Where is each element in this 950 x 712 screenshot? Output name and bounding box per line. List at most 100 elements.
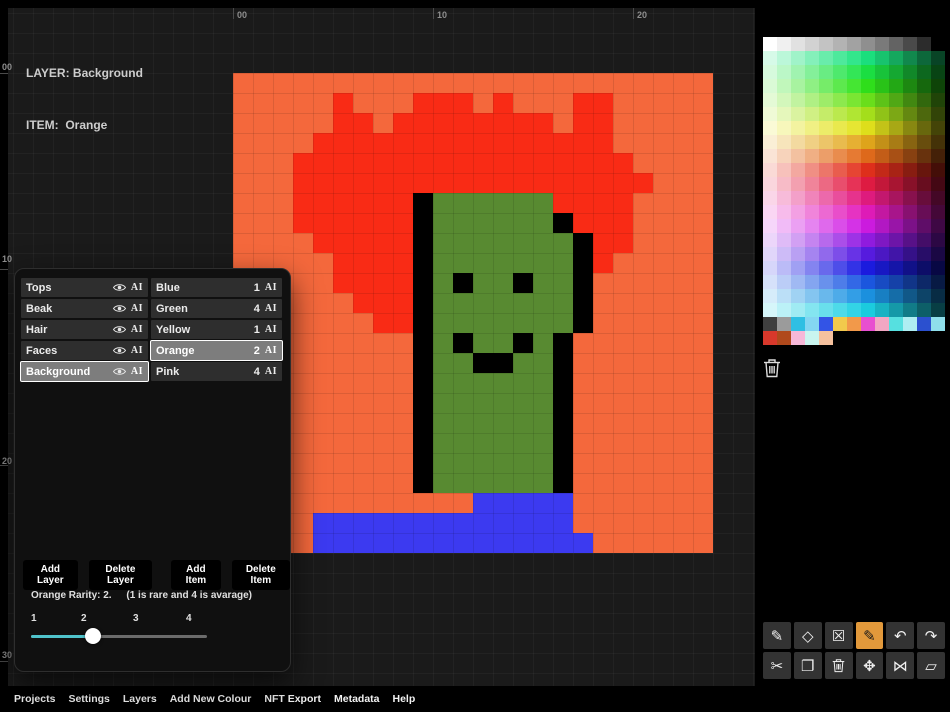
color-swatch[interactable]: [847, 135, 861, 149]
palette-trash-icon[interactable]: [763, 358, 785, 383]
flip-horizontal-tool[interactable]: ⋈: [886, 652, 915, 679]
color-swatch[interactable]: [763, 149, 777, 163]
color-swatch[interactable]: [805, 261, 819, 275]
pixel-cell[interactable]: [653, 193, 673, 213]
pixel-cell[interactable]: [253, 73, 273, 93]
pixel-cell[interactable]: [473, 113, 493, 133]
pixel-cell[interactable]: [473, 153, 493, 173]
pixel-cell[interactable]: [493, 453, 513, 473]
pixel-cell[interactable]: [693, 93, 713, 113]
color-swatch[interactable]: [763, 121, 777, 135]
pixel-cell[interactable]: [533, 153, 553, 173]
color-swatch[interactable]: [917, 219, 931, 233]
pixel-cell[interactable]: [313, 493, 333, 513]
color-swatch[interactable]: [791, 331, 805, 345]
pixel-cell[interactable]: [293, 73, 313, 93]
pixel-cell[interactable]: [353, 373, 373, 393]
pixel-cell[interactable]: [393, 473, 413, 493]
pixel-cell[interactable]: [593, 473, 613, 493]
pixel-cell[interactable]: [313, 293, 333, 313]
pixel-cell[interactable]: [513, 193, 533, 213]
color-swatch[interactable]: [917, 107, 931, 121]
color-swatch[interactable]: [861, 93, 875, 107]
pixel-cell[interactable]: [253, 233, 273, 253]
color-swatch[interactable]: [889, 275, 903, 289]
item-row-pink[interactable]: Pink 4 AI: [151, 362, 282, 381]
pixel-cell[interactable]: [333, 193, 353, 213]
pixel-cell[interactable]: [673, 113, 693, 133]
pixel-cell[interactable]: [573, 293, 593, 313]
color-swatch[interactable]: [791, 121, 805, 135]
pixel-cell[interactable]: [693, 113, 713, 133]
shear-tool[interactable]: ▱: [917, 652, 945, 679]
pixel-cell[interactable]: [313, 353, 333, 373]
pixel-cell[interactable]: [493, 253, 513, 273]
pixel-cell[interactable]: [633, 213, 653, 233]
color-swatch[interactable]: [861, 303, 875, 317]
pixel-cell[interactable]: [573, 413, 593, 433]
pixel-cell[interactable]: [433, 213, 453, 233]
pixel-cell[interactable]: [233, 113, 253, 133]
pixel-cell[interactable]: [533, 93, 553, 113]
pixel-cell[interactable]: [633, 533, 653, 553]
color-swatch[interactable]: [777, 121, 791, 135]
pixel-cell[interactable]: [633, 353, 653, 373]
menu-item-help[interactable]: Help: [393, 693, 416, 705]
color-swatch[interactable]: [847, 247, 861, 261]
pixel-cell[interactable]: [353, 313, 373, 333]
pixel-cell[interactable]: [313, 233, 333, 253]
move-tool[interactable]: ✥: [855, 652, 884, 679]
color-swatch[interactable]: [777, 317, 791, 331]
pixel-cell[interactable]: [453, 333, 473, 353]
pixel-cell[interactable]: [693, 293, 713, 313]
pixel-cell[interactable]: [333, 453, 353, 473]
pixel-cell[interactable]: [653, 393, 673, 413]
pixel-cell[interactable]: [433, 413, 453, 433]
color-swatch[interactable]: [805, 289, 819, 303]
pixel-cell[interactable]: [593, 113, 613, 133]
pixel-cell[interactable]: [533, 393, 553, 413]
pixel-cell[interactable]: [573, 513, 593, 533]
pixel-cell[interactable]: [493, 433, 513, 453]
color-swatch[interactable]: [805, 65, 819, 79]
pixel-cell[interactable]: [673, 373, 693, 393]
current-color-swatch[interactable]: [763, 10, 945, 37]
pixel-cell[interactable]: [353, 73, 373, 93]
color-swatch[interactable]: [791, 191, 805, 205]
color-swatch[interactable]: [819, 219, 833, 233]
pixel-cell[interactable]: [653, 73, 673, 93]
pixel-cell[interactable]: [693, 333, 713, 353]
pixel-cell[interactable]: [613, 133, 633, 153]
pixel-cell[interactable]: [433, 473, 453, 493]
color-swatch[interactable]: [931, 233, 945, 247]
color-swatch[interactable]: [903, 303, 917, 317]
pixel-cell[interactable]: [413, 113, 433, 133]
color-swatch[interactable]: [917, 191, 931, 205]
color-swatch[interactable]: [917, 317, 931, 331]
pixel-cell[interactable]: [673, 253, 693, 273]
pixel-cell[interactable]: [333, 313, 353, 333]
pixel-cell[interactable]: [553, 213, 573, 233]
color-swatch[interactable]: [903, 51, 917, 65]
pixel-cell[interactable]: [293, 193, 313, 213]
pixel-cell[interactable]: [313, 93, 333, 113]
color-swatch[interactable]: [805, 219, 819, 233]
color-swatch[interactable]: [917, 37, 931, 51]
pixel-cell[interactable]: [313, 273, 333, 293]
rename-icon[interactable]: AI: [131, 324, 143, 335]
pixel-cell[interactable]: [273, 133, 293, 153]
pixel-cell[interactable]: [453, 453, 473, 473]
color-swatch[interactable]: [931, 205, 945, 219]
color-swatch[interactable]: [917, 135, 931, 149]
pixel-cell[interactable]: [433, 233, 453, 253]
color-swatch[interactable]: [833, 247, 847, 261]
pixel-cell[interactable]: [593, 373, 613, 393]
pixel-cell[interactable]: [513, 533, 533, 553]
pixel-cell[interactable]: [253, 153, 273, 173]
color-swatch[interactable]: [861, 149, 875, 163]
pixel-cell[interactable]: [573, 173, 593, 193]
pixel-cell[interactable]: [593, 453, 613, 473]
pixel-cell[interactable]: [553, 93, 573, 113]
pixel-cell[interactable]: [333, 273, 353, 293]
color-swatch[interactable]: [931, 121, 945, 135]
